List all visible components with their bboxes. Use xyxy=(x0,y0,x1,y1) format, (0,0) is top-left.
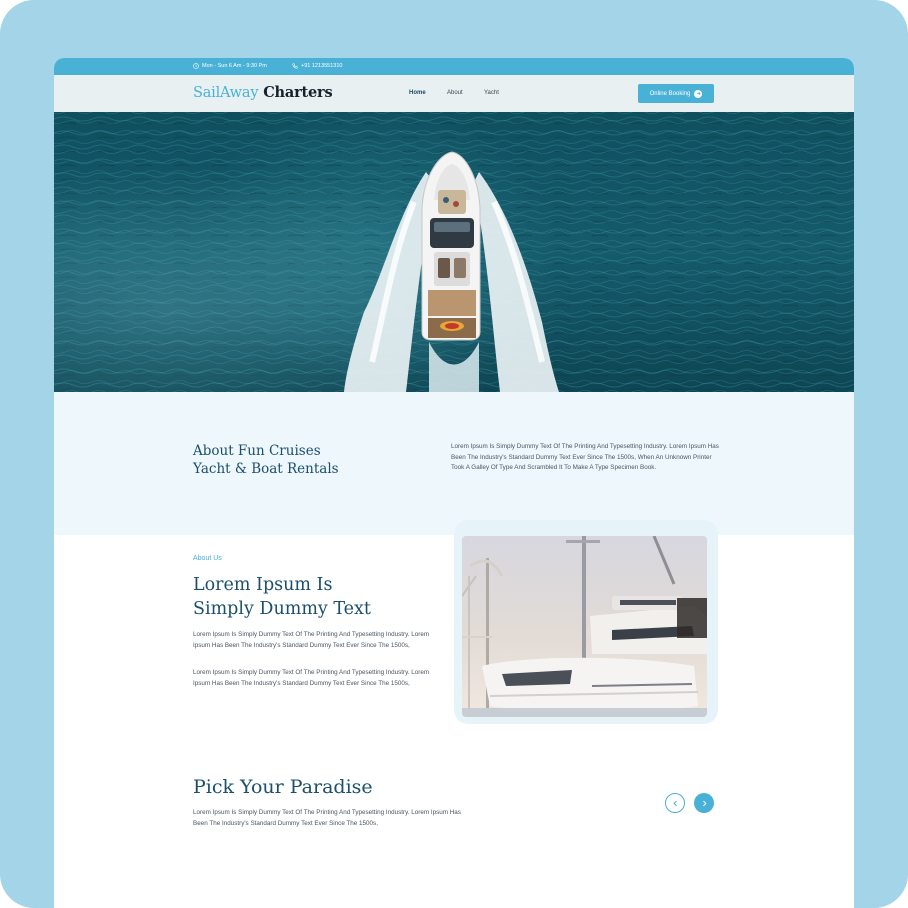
chevron-left-icon xyxy=(672,794,679,812)
carousel-prev-button[interactable] xyxy=(665,793,685,813)
about-paragraph-1: Lorem Ipsum Is Simply Dummy Text Of The … xyxy=(193,631,430,649)
about-us-section: About Us Lorem Ipsum Is Simply Dummy Tex… xyxy=(54,58,854,908)
pick-your-paradise-title: Pick Your Paradise xyxy=(193,776,373,798)
about-title-line-1: Lorem Ipsum Is xyxy=(193,575,333,595)
marina-illustration xyxy=(462,536,707,717)
presentation-frame: Mon - Sun 6 Am - 9:30 Pm +91 1213551310 … xyxy=(0,0,908,908)
marina-yachts-image xyxy=(462,536,707,717)
about-us-title: Lorem Ipsum Is Simply Dummy Text xyxy=(193,573,371,621)
marina-photo-card xyxy=(454,520,718,724)
about-paragraph-2: Lorem Ipsum Is Simply Dummy Text Of The … xyxy=(193,669,430,687)
about-us-label: About Us xyxy=(193,555,222,562)
pick-your-paradise-text: Lorem Ipsum Is Simply Dummy Text Of The … xyxy=(193,809,461,827)
chevron-right-icon xyxy=(701,794,708,812)
about-title-line-2: Simply Dummy Text xyxy=(193,599,371,619)
carousel-next-button[interactable] xyxy=(694,793,714,813)
website-page: Mon - Sun 6 Am - 9:30 Pm +91 1213551310 … xyxy=(54,58,854,908)
